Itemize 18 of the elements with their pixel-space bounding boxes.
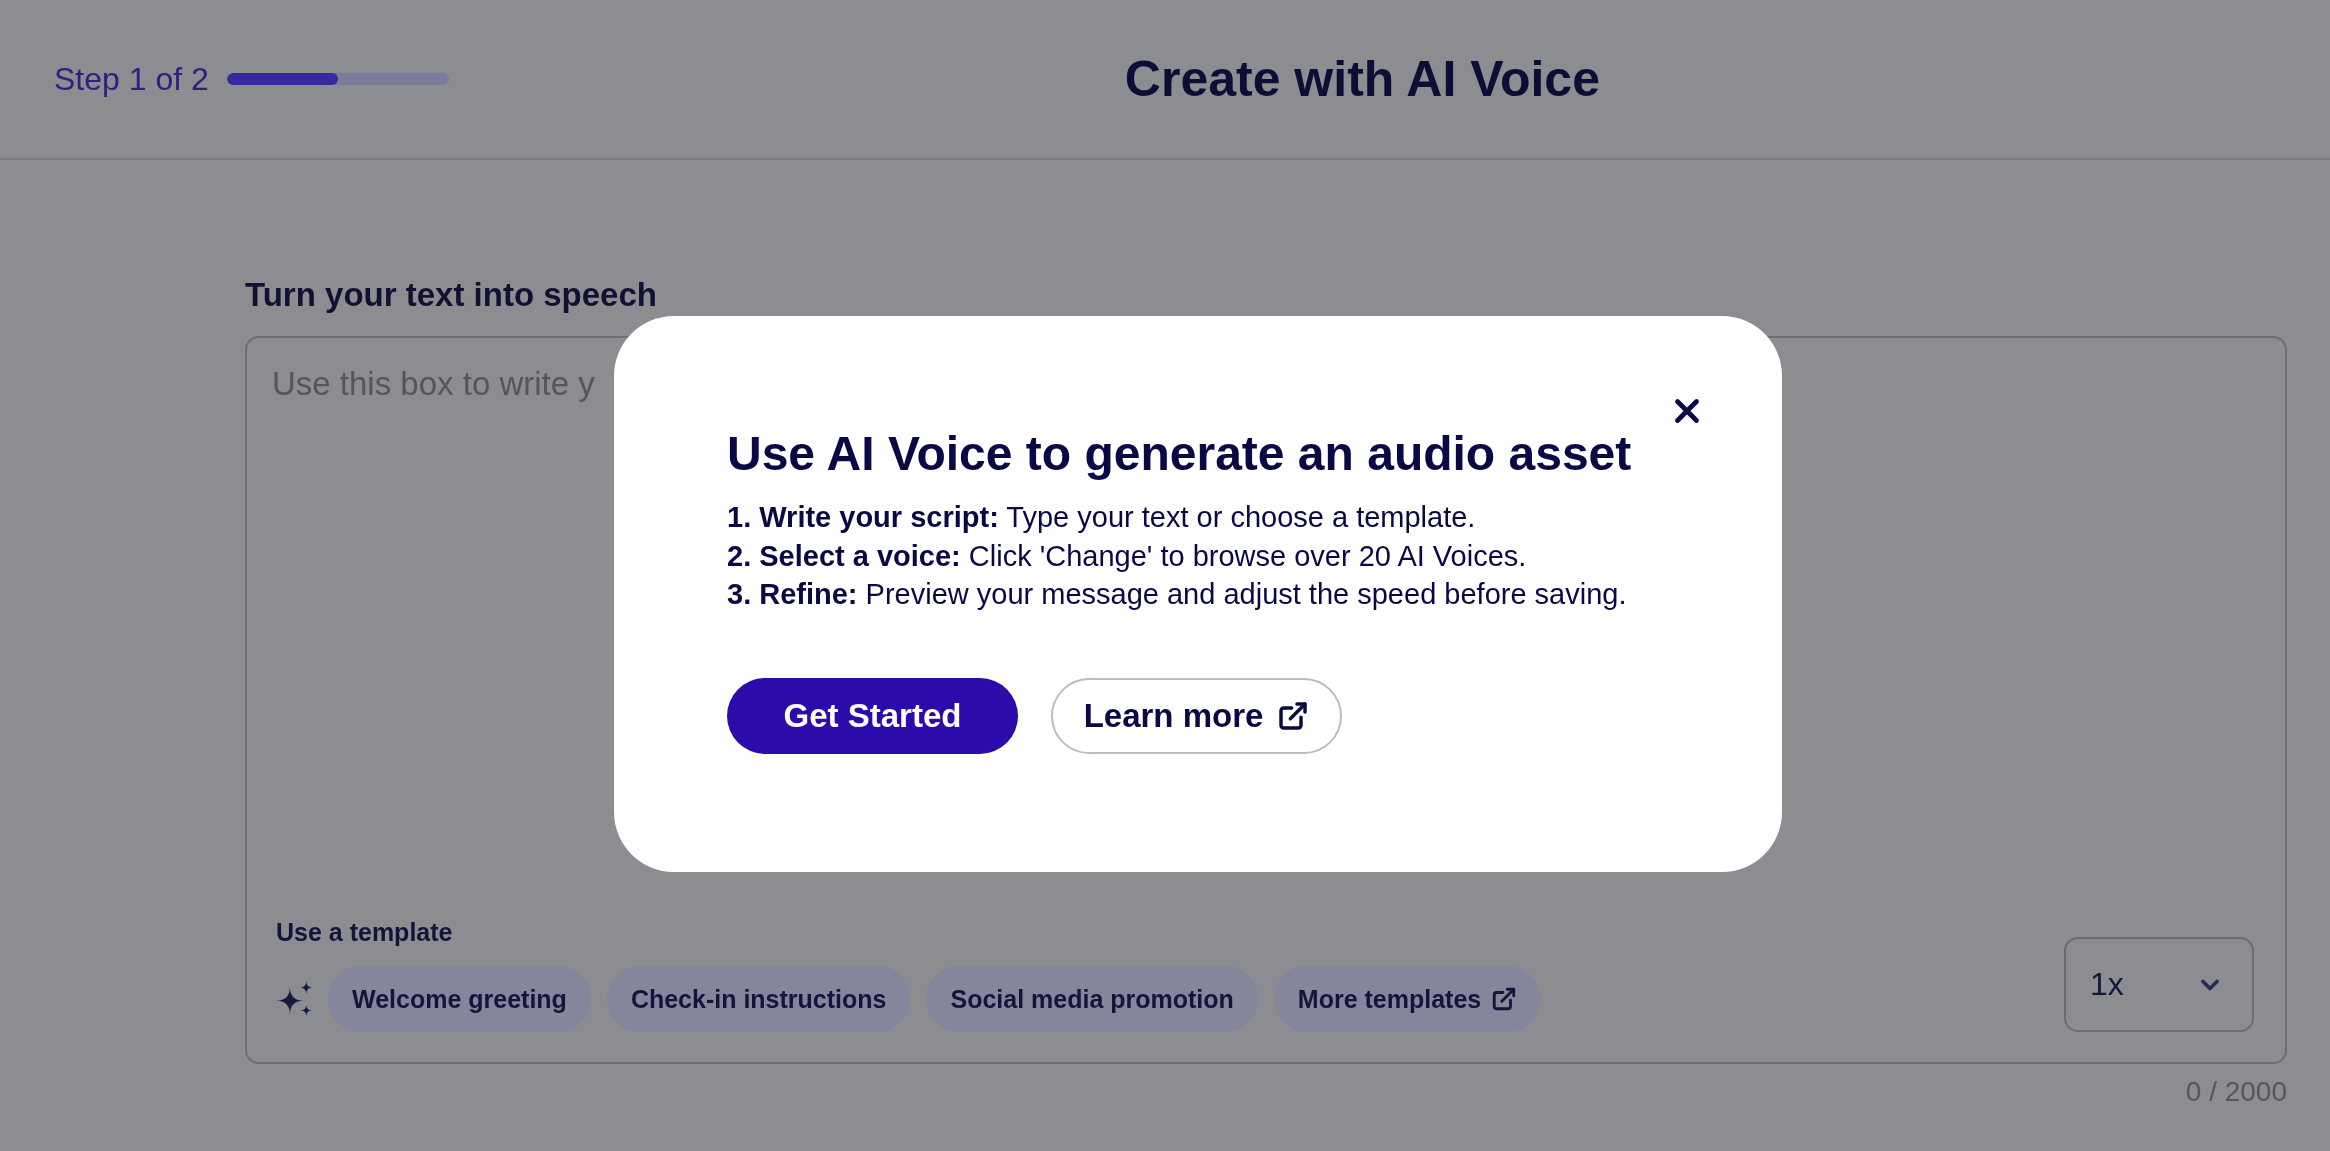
external-link-icon [1277,699,1310,732]
template-chip[interactable]: Social media promotion [926,966,1258,1032]
step-label: Step 1 of 2 [54,60,209,98]
dialog-title: Use AI Voice to generate an audio asset [727,426,1632,482]
page-title: Create with AI Voice [1124,50,1600,108]
template-chip[interactable]: Check-in instructions [606,966,911,1032]
sparkles-icon [276,981,312,1017]
get-started-button[interactable]: Get Started [727,677,1018,754]
instruction-line: 2. Select a voice: Click 'Change' to browse over 20 AI Voices. [727,538,1527,574]
template-label: Use a template [276,918,453,946]
section-title: Turn your text into speech [245,276,657,314]
external-link-icon [1491,986,1518,1012]
template-chip[interactable]: Welcome greeting [328,966,591,1032]
learn-more-button[interactable]: Learn more [1051,677,1342,754]
speed-select[interactable]: 1x [2064,937,2254,1032]
more-templates-link[interactable]: More templates [1273,966,1542,1032]
instruction-line: 3. Refine: Preview your message and adjust the speed before saving. [727,577,1627,612]
instruction-line: 1. Write your script: Type your text or choose a template. [727,500,1476,535]
